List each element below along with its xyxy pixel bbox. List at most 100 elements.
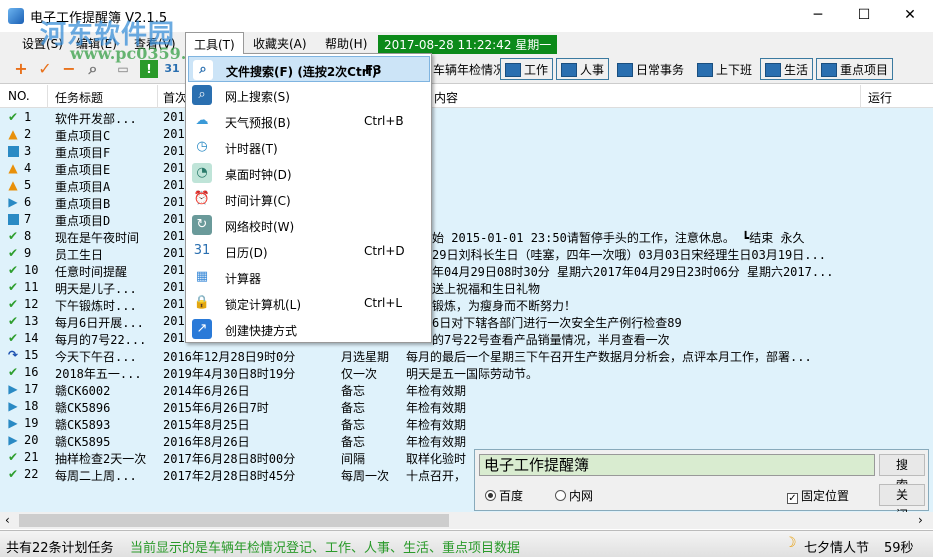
row-no: 11 <box>24 280 39 294</box>
menu-help[interactable]: 帮助(H) <box>325 35 367 52</box>
col-title[interactable]: 任务标题 <box>55 89 103 106</box>
horizontal-scrollbar[interactable]: ‹ › <box>0 512 933 529</box>
row-content: 取样化验时 <box>406 452 467 466</box>
tools-menu-item[interactable]: 31 日历(D) Ctrl+D <box>188 238 430 264</box>
scroll-left-icon[interactable]: ‹ <box>5 513 10 527</box>
tools-menu-item[interactable]: ☁ 天气预报(B) Ctrl+B <box>188 108 430 134</box>
task-list[interactable]: NO. 任务标题 首次 内容 运行 ✔ 1 软件开发部... 201 ▲ 2 重… <box>0 85 933 512</box>
lock-icon: 🔒 <box>192 293 212 313</box>
menu-item-label: 日历(D) <box>225 246 268 260</box>
category-label: 日常事务 <box>636 63 685 77</box>
row-date: 201 <box>163 314 185 328</box>
menu-tools[interactable]: 工具(T) <box>185 32 244 54</box>
scroll-right-icon[interactable]: › <box>918 513 923 527</box>
row-content: 的7号22号查看产品销量情况，半月查看一次 <box>432 333 670 347</box>
category-life[interactable]: 生活 <box>760 58 814 80</box>
fixed-position-checkbox[interactable]: ✓ 固定位置 <box>787 487 849 504</box>
tools-menu-item[interactable]: ⏰ 时间计算(C) <box>188 186 430 212</box>
row-no: 9 <box>24 246 32 260</box>
close-button[interactable]: ✕ <box>887 0 933 30</box>
tools-menu-item[interactable]: ↻ 网络校时(W) <box>188 212 430 238</box>
row-content: 十点召开， <box>406 469 467 483</box>
row-date: 2017年6月28日8时00分 <box>163 452 296 466</box>
row-title: 赣CK5896 <box>55 401 111 415</box>
col-no[interactable]: NO. <box>8 89 30 103</box>
table-row[interactable]: ✔ 9 员工生日 201 29日刘科长生日（哇塞，四年一次哦）03月03日宋经理… <box>0 245 933 262</box>
row-no: 14 <box>24 331 39 345</box>
row-date: 201 <box>163 110 185 124</box>
tools-menu-item[interactable]: ◷ 计时器(T) <box>188 134 430 160</box>
row-content: 年检有效期 <box>406 435 467 449</box>
tools-menu-item[interactable]: ⌕ 文件搜索(F) (连按2次Ctrl) F3 <box>188 56 430 82</box>
tools-menu-item[interactable]: ▦ 计算器 <box>188 264 430 290</box>
alarm-icon: ⏰ <box>192 189 212 209</box>
category-work[interactable]: 工作 <box>500 58 554 80</box>
table-row[interactable]: ✔ 8 现在是午夜时间 201 始 2015-01-01 23:50请暂停手头的… <box>0 228 933 245</box>
category-daily[interactable]: 日常事务 <box>612 58 690 80</box>
table-row[interactable]: ✔ 11 明天是儿子... 201 送上祝福和生日礼物 <box>0 279 933 296</box>
search-input[interactable]: 电子工作提醒簿 <box>479 454 875 476</box>
row-type: 备忘 <box>341 384 366 398</box>
row-title: 重点项目B <box>55 197 111 211</box>
table-row[interactable]: ✔ 10 任意时间提醒 201 年04月29日08时30分 星期六2017年04… <box>0 262 933 279</box>
table-row[interactable]: ▲ 5 重点项目A 201 <box>0 177 933 194</box>
table-row[interactable]: ▶ 18 赣CK5896 2015年6月26日7时 备忘 年检有效期 <box>0 398 933 415</box>
sync-time-icon: ↻ <box>192 215 212 235</box>
check-icon[interactable]: ✓ <box>36 60 54 78</box>
col-content[interactable]: 内容 <box>434 89 458 106</box>
status-check-icon: ✔ <box>7 280 19 294</box>
table-row[interactable]: ↷ 15 今天下午召... 2016年12月28日9时0分 月选星期 每月的最后… <box>0 347 933 364</box>
table-row[interactable]: 3 重点项目F 201 <box>0 143 933 160</box>
row-date: 201 <box>163 195 185 209</box>
search-button[interactable]: 搜 索 <box>879 454 925 492</box>
col-first[interactable]: 首次 <box>163 89 187 106</box>
table-row[interactable]: ✔ 12 下午锻炼时... 201 锻炼，为瘦身而不断努力！ <box>0 296 933 313</box>
row-date: 201 <box>163 144 185 158</box>
row-content: 年检有效期 <box>406 418 467 432</box>
row-content: 年04月29日08时30分 星期六2017年04月29日23时06分 星期六20… <box>432 265 834 279</box>
app-icon <box>8 8 24 24</box>
maximize-button[interactable]: ☐ <box>841 0 887 30</box>
status-play-icon: ▶ <box>8 433 18 447</box>
tools-menu-item[interactable]: ⌕ 网上搜索(S) <box>188 82 430 108</box>
row-type: 备忘 <box>341 418 366 432</box>
category-key-projects[interactable]: 重点项目 <box>816 58 894 80</box>
status-play-icon: ▶ <box>8 416 18 430</box>
table-row[interactable]: ▲ 2 重点项目C 201 <box>0 126 933 143</box>
table-row[interactable]: 7 重点项目D 201 <box>0 211 933 228</box>
tools-menu-item[interactable]: ◔ 桌面时钟(D) <box>188 160 430 186</box>
close-panel-button[interactable]: 关 闭 <box>879 484 925 522</box>
menu-favorites[interactable]: 收藏夹(A) <box>253 35 307 52</box>
tools-dropdown-menu: ⌕ 文件搜索(F) (连按2次Ctrl) F3 ⌕ 网上搜索(S) ☁ 天气预报(… <box>185 53 432 343</box>
radio-indicator <box>555 490 566 501</box>
row-no: 13 <box>24 314 39 328</box>
row-no: 10 <box>24 263 39 277</box>
table-row[interactable]: ▶ 19 赣CK5893 2015年8月25日 备忘 年检有效期 <box>0 415 933 432</box>
category-icon <box>561 63 577 77</box>
row-no: 7 <box>24 212 32 226</box>
scrollbar-thumb[interactable] <box>19 514 449 527</box>
weather-icon: ☁ <box>192 111 212 131</box>
table-row[interactable]: ▲ 4 重点项目E 201 <box>0 160 933 177</box>
category-commute[interactable]: 上下班 <box>692 58 758 80</box>
tools-menu-item[interactable]: ↗ 创建快捷方式 <box>188 316 430 342</box>
row-date: 2017年2月28日8时45分 <box>163 469 296 483</box>
add-icon[interactable]: + <box>12 60 30 78</box>
category-personnel[interactable]: 人事 <box>556 58 610 80</box>
row-content: 29日刘科长生日（哇塞，四年一次哦）03月03日宋经理生日03月19日... <box>432 248 826 262</box>
tools-menu-item[interactable]: 🔒 锁定计算机(L) Ctrl+L <box>188 290 430 316</box>
table-row[interactable]: ▶ 6 重点项目B 201 <box>0 194 933 211</box>
table-row[interactable]: ▶ 17 赣CK6002 2014年6月26日 备忘 年检有效期 <box>0 381 933 398</box>
radio-baidu[interactable]: 百度 <box>485 487 523 504</box>
table-row[interactable]: ✔ 16 2018年五一... 2019年4月30日8时19分 仅一次 明天是五… <box>0 364 933 381</box>
table-row[interactable]: ✔ 13 每月6日开展... 201 6日对下辖各部门进行一次安全生产例行检查8… <box>0 313 933 330</box>
col-run[interactable]: 运行 <box>868 89 892 106</box>
row-title: 员工生日 <box>55 248 104 262</box>
row-date: 201 <box>163 246 185 260</box>
radio-intranet[interactable]: 内网 <box>555 487 593 504</box>
table-row[interactable]: ✔ 1 软件开发部... 201 <box>0 109 933 126</box>
minimize-button[interactable]: ─ <box>795 0 841 30</box>
row-title: 重点项目D <box>55 214 111 228</box>
table-row[interactable]: ▶ 20 赣CK5895 2016年8月26日 备忘 年检有效期 <box>0 432 933 449</box>
table-row[interactable]: ✔ 14 每月的7号22... 201 的7号22号查看产品销量情况，半月查看一… <box>0 330 933 347</box>
